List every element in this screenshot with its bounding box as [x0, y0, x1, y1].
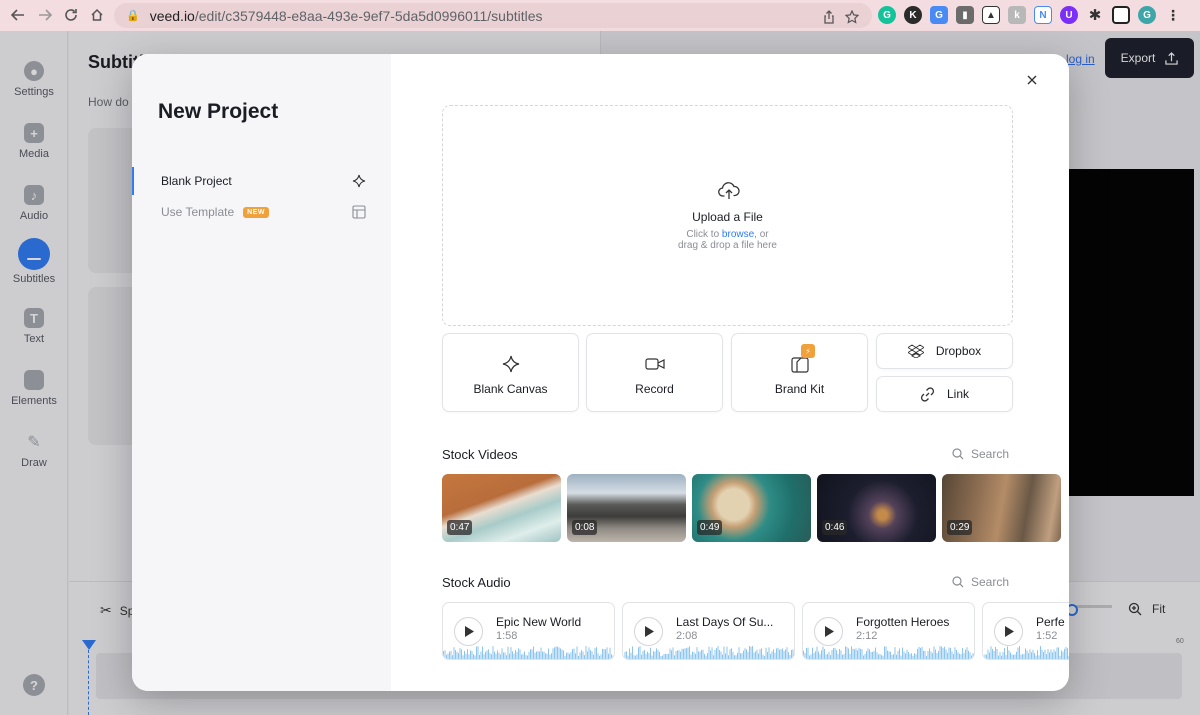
video-duration: 0:29 [947, 520, 973, 535]
stock-audio-title: Stock Audio [442, 575, 511, 590]
link-icon [920, 386, 935, 402]
dropbox-tile[interactable]: Dropbox [876, 333, 1013, 369]
stock-video-thumb[interactable]: 0:46 [817, 474, 936, 542]
stock-videos-search[interactable]: Search [952, 447, 1009, 461]
upload-hint-suffix: , or [754, 229, 769, 240]
n-extension-icon[interactable]: N [1034, 6, 1052, 24]
menu-item-label: Use Template [161, 205, 235, 219]
video-duration: 0:46 [822, 520, 848, 535]
share-icon[interactable] [822, 10, 839, 27]
bookmark-star-icon[interactable] [844, 9, 862, 27]
video-duration: 0:08 [572, 520, 598, 535]
stock-audio-card[interactable]: Perfe 1:52 [982, 602, 1069, 660]
new-project-modal: New Project Blank Project Use Template N… [132, 54, 1069, 691]
side-panel-icon[interactable] [1112, 6, 1130, 24]
dropbox-icon [907, 344, 924, 358]
play-icon[interactable] [454, 617, 483, 646]
modal-sidebar: New Project Blank Project Use Template N… [132, 54, 391, 691]
kebab-menu-icon[interactable]: ⋮ [1164, 6, 1182, 24]
lock-icon: 🔒 [126, 10, 140, 22]
stock-videos-title: Stock Videos [442, 447, 518, 462]
record-tile[interactable]: Record [586, 333, 723, 412]
stock-video-thumb[interactable]: 0:29 [942, 474, 1061, 542]
url-path: /edit/c3579448-e8aa-493e-9ef7-5da5d09960… [194, 7, 543, 24]
stock-video-thumb[interactable]: 0:49 [692, 474, 811, 542]
sparkle-icon [502, 355, 520, 373]
home-icon[interactable] [84, 2, 110, 28]
blank-canvas-tile[interactable]: Blank Canvas [442, 333, 579, 412]
lightning-badge-icon: ⚡ [801, 344, 815, 358]
upload-hint-line2: drag & drop a file here [678, 240, 777, 251]
profile-avatar[interactable]: G [1138, 6, 1156, 24]
search-placeholder: Search [971, 447, 1010, 461]
template-layout-icon [352, 205, 366, 219]
purple-extension-icon[interactable]: U [1060, 6, 1078, 24]
stock-audio-search[interactable]: Search [952, 575, 1009, 589]
back-arrow-icon[interactable] [5, 2, 31, 28]
upload-hint-prefix: Click to [686, 229, 722, 240]
menu-item-label: Blank Project [161, 174, 232, 188]
cloud-upload-icon [718, 182, 740, 199]
audio-duration: 2:08 [676, 630, 698, 642]
browser-toolbar: 🔒 veed.io/edit/c3579448-e8aa-493e-9ef7-5… [0, 0, 1200, 31]
waveform [623, 646, 794, 659]
stock-video-thumb[interactable]: 0:47 [442, 474, 561, 542]
audio-title: Last Days Of Su... [676, 615, 774, 629]
audio-title: Perfe [1036, 615, 1065, 629]
menu-item-use-template[interactable]: Use Template NEW [132, 198, 391, 226]
tile-label: Link [946, 387, 969, 401]
new-badge: NEW [243, 206, 269, 218]
extension-icon-4[interactable]: ▮ [956, 6, 974, 24]
video-camera-icon [645, 358, 665, 370]
upload-title: Upload a File [692, 210, 763, 224]
sparkle-icon [352, 174, 366, 188]
browse-link[interactable]: browse [722, 229, 754, 240]
search-icon [952, 576, 964, 588]
search-placeholder: Search [971, 575, 1010, 589]
stock-audio-card[interactable]: Last Days Of Su... 2:08 [622, 602, 795, 660]
audio-duration: 1:58 [496, 630, 518, 642]
waveform [803, 646, 974, 659]
menu-item-blank-project[interactable]: Blank Project [132, 167, 391, 195]
grammarly-extension-icon[interactable]: G [878, 6, 896, 24]
tile-label: Brand Kit [774, 382, 825, 396]
puzzle-extensions-icon[interactable]: ✱ [1086, 6, 1104, 24]
stock-audio-card[interactable]: Epic New World 1:58 [442, 602, 615, 660]
modal-title: New Project [158, 100, 279, 123]
audio-duration: 1:52 [1036, 630, 1058, 642]
tile-label: Blank Canvas [473, 382, 548, 396]
play-icon[interactable] [634, 617, 663, 646]
brand-kit-tile[interactable]: ⚡ Brand Kit [731, 333, 868, 412]
translate-extension-icon[interactable]: G [930, 6, 948, 24]
stock-video-thumb[interactable]: 0:08 [567, 474, 686, 542]
video-duration: 0:47 [447, 520, 473, 535]
video-duration: 0:49 [697, 520, 723, 535]
link-tile[interactable]: Link [876, 376, 1013, 412]
k-extension-icon[interactable]: K [904, 6, 922, 24]
play-icon[interactable] [994, 617, 1023, 646]
close-icon[interactable] [1022, 70, 1042, 90]
forward-arrow-icon[interactable] [32, 2, 58, 28]
audio-duration: 2:12 [856, 630, 878, 642]
audio-title: Forgotten Heroes [856, 615, 950, 629]
reload-icon[interactable] [58, 2, 84, 28]
audio-title: Epic New World [496, 615, 582, 629]
url-host: veed.io [149, 7, 195, 24]
tile-label: Record [635, 382, 674, 396]
search-icon [952, 448, 964, 460]
waveform [443, 646, 614, 659]
upload-dropzone[interactable]: Upload a File Click to browse, or drag &… [442, 105, 1013, 326]
play-icon[interactable] [814, 617, 843, 646]
tile-label: Dropbox [935, 344, 982, 358]
upload-hint: Click to browse, or drag & drop a file h… [443, 229, 1012, 251]
stock-audio-card[interactable]: Forgotten Heroes 2:12 [802, 602, 975, 660]
address-bar[interactable]: 🔒 veed.io/edit/c3579448-e8aa-493e-9ef7-5… [114, 3, 872, 28]
waveform [983, 646, 1069, 659]
extension-icon-6[interactable]: k [1008, 6, 1026, 24]
image-extension-icon[interactable]: ▲ [982, 6, 1000, 24]
